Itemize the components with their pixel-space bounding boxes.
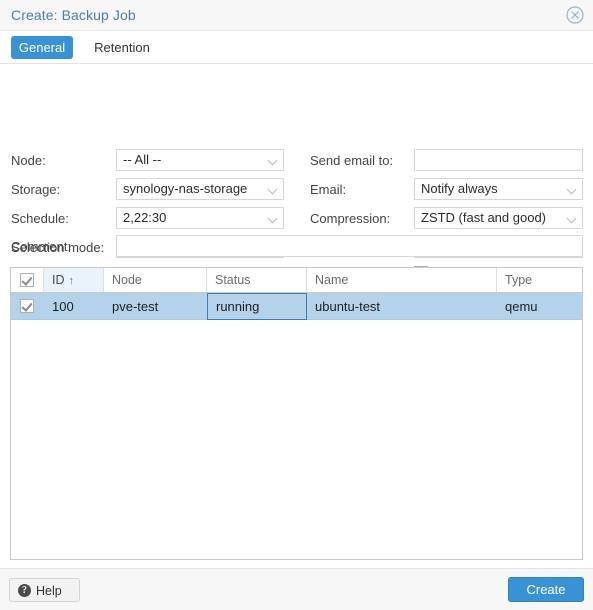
cell-status[interactable]: running: [207, 293, 307, 320]
chevron-down-icon: [269, 186, 278, 192]
cell-name: ubuntu-test: [315, 299, 381, 314]
dialog-title: Create: Backup Job: [11, 7, 136, 23]
storage-select-value: synology-nas-storage: [123, 181, 248, 196]
email-select[interactable]: Notify always: [414, 178, 583, 200]
label-comment: Comment:: [11, 239, 71, 254]
label-schedule: Schedule:: [11, 211, 69, 226]
chevron-down-icon: [568, 186, 577, 192]
chevron-down-icon: [568, 215, 577, 221]
column-header-status[interactable]: Status: [207, 268, 307, 292]
label-send-email-to: Send email to:: [310, 153, 394, 168]
column-header-name[interactable]: Name: [307, 268, 497, 292]
vm-selection-grid: ID ↑ Node Status Name Type 100 pve-test r…: [10, 267, 583, 560]
column-header-id[interactable]: ID ↑: [44, 268, 104, 292]
column-header-id-label: ID: [52, 273, 65, 287]
label-storage: Storage:: [11, 182, 61, 197]
comment-input[interactable]: [116, 235, 583, 257]
backup-job-form: Node: -- All -- Storage: synology-nas-st…: [0, 64, 593, 284]
chevron-down-icon: [269, 157, 278, 163]
create-button[interactable]: Create: [508, 577, 584, 602]
compression-select[interactable]: ZSTD (fast and good): [414, 207, 583, 229]
label-email: Email:: [310, 182, 347, 197]
schedule-select[interactable]: 2,22:30: [116, 207, 284, 229]
node-select[interactable]: -- All --: [116, 149, 284, 171]
column-header-type[interactable]: Type: [497, 268, 582, 292]
email-select-value: Notify always: [421, 181, 498, 196]
send-email-to-value: [421, 150, 576, 170]
tab-general[interactable]: General: [11, 36, 73, 59]
help-button-label: Help: [36, 584, 62, 598]
column-header-node[interactable]: Node: [104, 268, 207, 292]
cell-node: pve-test: [112, 299, 159, 314]
row-select-cell[interactable]: [11, 293, 44, 320]
schedule-select-value: 2,22:30: [123, 210, 167, 225]
storage-select[interactable]: synology-nas-storage: [116, 178, 284, 200]
label-node: Node:: [11, 153, 46, 168]
create-backup-job-dialog: Create: Backup Job General Retention Nod…: [0, 0, 593, 610]
tab-bar: General Retention: [0, 31, 593, 64]
sort-ascending-icon: ↑: [68, 275, 75, 287]
cell-type: qemu: [505, 299, 538, 314]
chevron-down-icon: [269, 215, 278, 221]
select-all-header[interactable]: [11, 268, 44, 292]
select-all-checkbox[interactable]: [20, 273, 34, 287]
question-mark-icon: ?: [18, 584, 31, 597]
tab-retention[interactable]: Retention: [83, 36, 161, 59]
help-button[interactable]: ? Help: [9, 578, 80, 602]
node-select-value: -- All --: [123, 152, 162, 167]
cell-id: 100: [52, 299, 74, 314]
close-icon[interactable]: [566, 6, 584, 24]
dialog-titlebar: Create: Backup Job: [0, 0, 593, 31]
send-email-to-input[interactable]: [414, 149, 583, 171]
dialog-footer: ? Help Create: [0, 568, 593, 610]
compression-select-value: ZSTD (fast and good): [421, 210, 546, 225]
table-row[interactable]: 100 pve-test running ubuntu-test qemu: [11, 293, 582, 320]
label-compression: Compression:: [310, 211, 391, 226]
row-checkbox[interactable]: [20, 299, 34, 313]
grid-header-row: ID ↑ Node Status Name Type: [11, 268, 582, 293]
